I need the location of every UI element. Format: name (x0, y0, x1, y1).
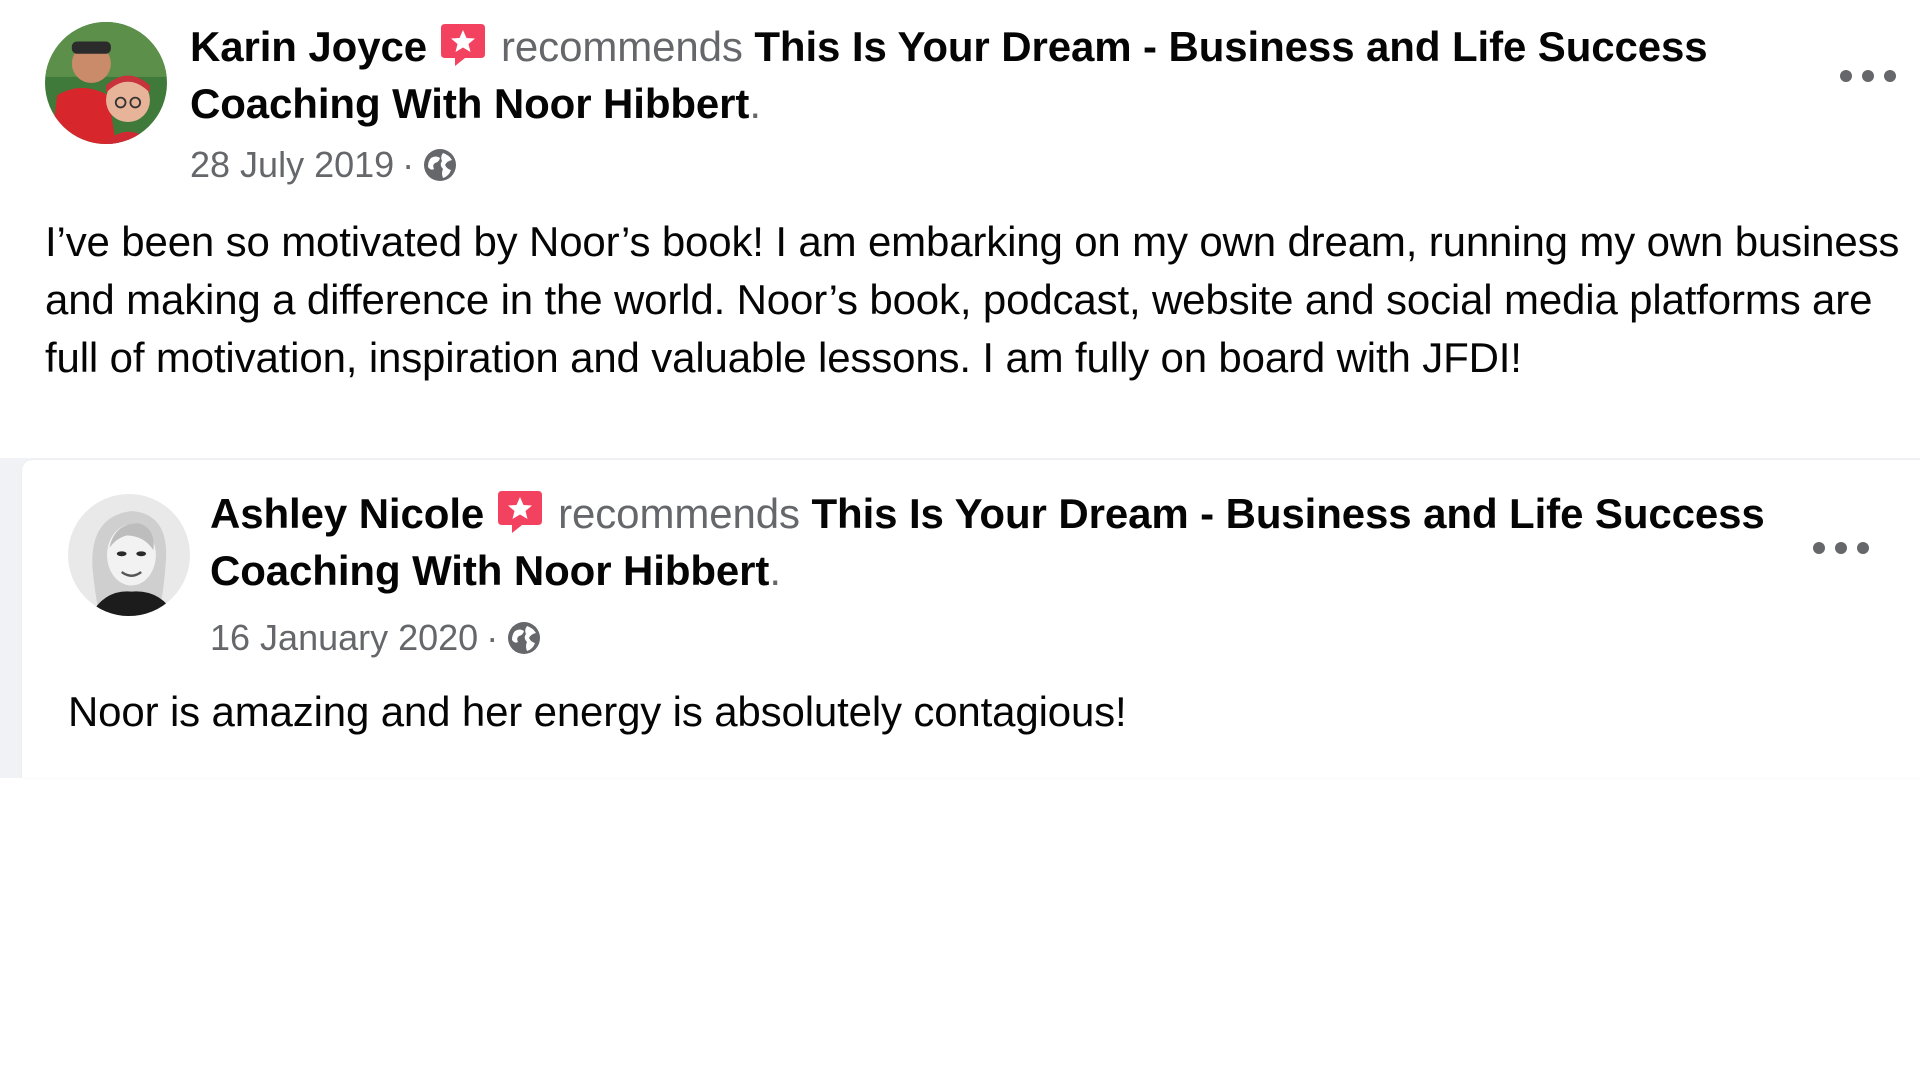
dot-icon (1884, 70, 1896, 82)
dot-icon (1813, 542, 1825, 554)
globe-icon[interactable] (422, 147, 458, 183)
dot-icon (1857, 542, 1869, 554)
dot-icon (1862, 70, 1874, 82)
post-body: Noor is amazing and her energy is absolu… (68, 688, 1127, 735)
dot-icon (1840, 70, 1852, 82)
author-avatar[interactable] (45, 22, 167, 144)
sentence-period: . (769, 547, 781, 594)
avatar-photo-icon (68, 494, 190, 616)
meta-separator: · (402, 144, 415, 185)
recommendation-post: Ashley Nicole recommends This Is Your Dre… (22, 460, 1920, 778)
author-name[interactable]: Karin Joyce (190, 23, 427, 70)
post-date[interactable]: 28 July 2019 (190, 144, 394, 186)
sentence-period: . (749, 80, 761, 127)
recommend-badge-icon (439, 22, 487, 68)
recommendations-feed: Karin Joyce recommends This Is Your Dream… (0, 0, 1920, 1080)
avatar-photo-icon (45, 22, 167, 144)
more-options-icon[interactable] (1840, 66, 1896, 86)
post-meta: 16 January 2020 · (210, 617, 542, 659)
recommend-badge-icon (496, 489, 544, 535)
post-body: I’ve been so motivated by Noor’s book! I… (45, 218, 1900, 381)
recommends-verb: recommends (501, 23, 743, 70)
post-meta: 28 July 2019 · (190, 144, 458, 186)
post-date[interactable]: 16 January 2020 (210, 617, 478, 659)
author-name[interactable]: Ashley Nicole (210, 490, 484, 537)
globe-icon[interactable] (506, 620, 542, 656)
recommendation-post: Karin Joyce recommends This Is Your Dream… (0, 0, 1920, 458)
post-header: Ashley Nicole recommends This Is Your Dre… (210, 485, 1810, 599)
post-header: Karin Joyce recommends This Is Your Dream… (190, 18, 1790, 132)
dot-icon (1835, 542, 1847, 554)
recommends-verb: recommends (558, 490, 800, 537)
author-avatar[interactable] (68, 494, 190, 616)
more-options-icon[interactable] (1813, 538, 1869, 558)
meta-separator: · (486, 617, 499, 658)
